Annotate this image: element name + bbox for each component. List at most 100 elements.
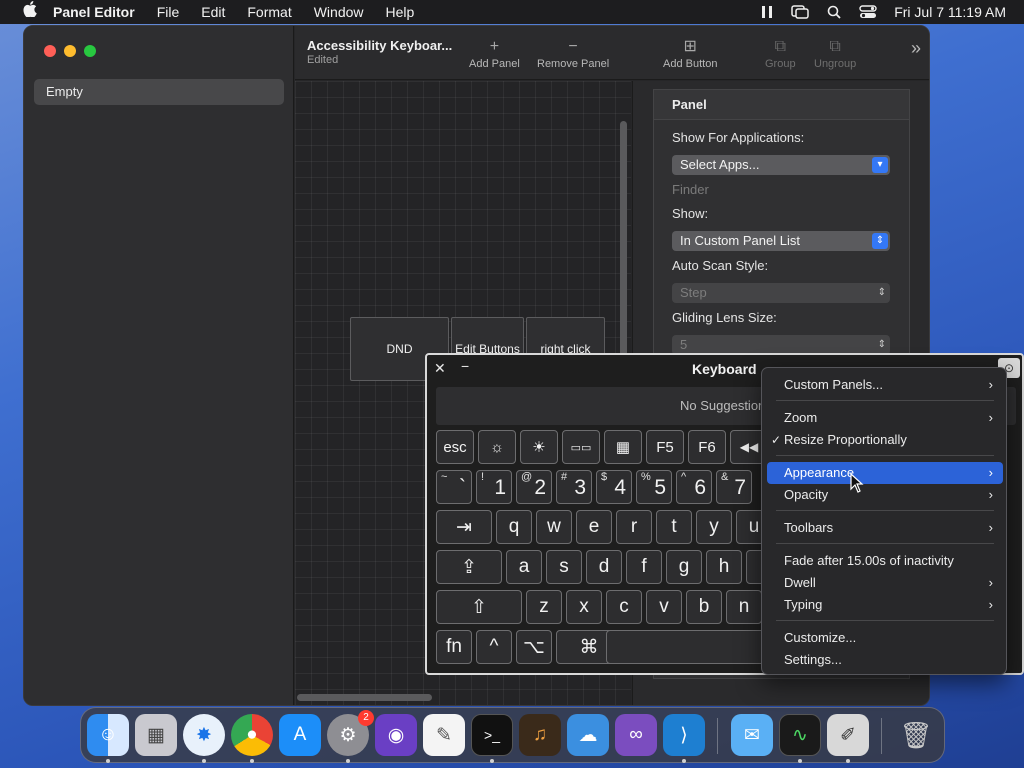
menu-item-customize[interactable]: Customize... <box>767 627 1003 649</box>
app-menu[interactable]: Panel Editor <box>42 0 146 24</box>
key-e[interactable]: e <box>576 510 612 544</box>
garageband-icon[interactable]: ♫ <box>519 714 561 756</box>
key-c[interactable]: c <box>606 590 642 624</box>
shift-key-icon[interactable]: ⇧ <box>436 590 522 624</box>
caps-lock-icon[interactable]: ⇪ <box>436 550 502 584</box>
notchmeister-icon[interactable]: ◉ <box>375 714 417 756</box>
key-5[interactable]: % 5 <box>636 470 672 504</box>
key-t[interactable]: t <box>656 510 692 544</box>
trash-icon[interactable]: 🗑 <box>895 714 937 756</box>
chrome-icon[interactable]: ● <box>231 714 273 756</box>
key-backtick[interactable]: ~ ` <box>436 470 472 504</box>
activity-monitor-icon[interactable]: ∿ <box>779 714 821 756</box>
close-icon[interactable]: ✕ <box>434 360 446 377</box>
mail-icon[interactable]: ✉ <box>731 714 773 756</box>
zoom-window-button[interactable] <box>84 45 96 57</box>
key-b[interactable]: b <box>686 590 722 624</box>
vscode-icon[interactable]: ⟩ <box>663 714 705 756</box>
brightness-down-icon[interactable]: ☼ <box>478 430 516 464</box>
apple-menu-icon[interactable] <box>12 0 38 24</box>
horizontal-scrollbar[interactable] <box>297 694 432 701</box>
window-menu[interactable]: Window <box>303 0 375 24</box>
key-d[interactable]: d <box>586 550 622 584</box>
key-esc[interactable]: esc <box>436 430 474 464</box>
weather-icon[interactable]: ☁ <box>567 714 609 756</box>
search-icon[interactable] <box>818 5 850 19</box>
remove-panel-button[interactable]: − Remove Panel <box>537 36 609 70</box>
select-apps-popup[interactable]: Select Apps... ▾ <box>672 155 890 175</box>
key-fn[interactable]: fn <box>436 630 472 664</box>
chevron-double-right-icon[interactable]: » <box>911 38 921 59</box>
minus-icon: − <box>568 38 578 55</box>
key-h[interactable]: h <box>706 550 742 584</box>
show-popup[interactable]: In Custom Panel List ⇕ <box>672 231 890 251</box>
ungroup-button[interactable]: ⧉ Ungroup <box>814 36 856 70</box>
key-1[interactable]: ! 1 <box>476 470 512 504</box>
edit-menu[interactable]: Edit <box>190 0 236 24</box>
control-center-icon[interactable] <box>850 5 886 19</box>
menu-item-custom-panels[interactable]: Custom Panels... › <box>767 374 1003 396</box>
key-y[interactable]: y <box>696 510 732 544</box>
finder-icon[interactable]: ☺ <box>87 714 129 756</box>
space-bar[interactable] <box>606 630 776 664</box>
vertical-scrollbar[interactable] <box>620 121 627 361</box>
key-v[interactable]: v <box>646 590 682 624</box>
menu-item-settings[interactable]: Settings... <box>767 649 1003 671</box>
visual-studio-icon[interactable]: ∞ <box>615 714 657 756</box>
gliding-lens-popup[interactable]: 5 ⇕ <box>672 335 890 355</box>
key-f5[interactable]: F5 <box>646 430 684 464</box>
menu-item-resize-proportionally[interactable]: ✓ Resize Proportionally <box>767 429 1003 451</box>
safari-icon[interactable]: ✸ <box>183 714 225 756</box>
key-s[interactable]: s <box>546 550 582 584</box>
help-menu[interactable]: Help <box>375 0 426 24</box>
menu-item-fade[interactable]: Fade after 15.00s of inactivity <box>767 550 1003 572</box>
script-editor-icon[interactable]: ✐ <box>827 714 869 756</box>
key-3[interactable]: #3 <box>556 470 592 504</box>
menu-item-appearance[interactable]: Appearance › <box>767 462 1003 484</box>
option-key-icon[interactable]: ⌥ <box>516 630 552 664</box>
key-f[interactable]: f <box>626 550 662 584</box>
windows-icon[interactable] <box>782 5 818 19</box>
brightness-up-icon[interactable]: ☀ <box>520 430 558 464</box>
textedit-icon[interactable]: ✎ <box>423 714 465 756</box>
mission-control-icon[interactable]: ▭▭ <box>562 430 600 464</box>
format-menu[interactable]: Format <box>236 0 302 24</box>
sidebar-item-empty[interactable]: Empty <box>34 79 284 105</box>
key-2[interactable]: @2 <box>516 470 552 504</box>
minimize-icon[interactable]: − <box>461 358 469 374</box>
key-a[interactable]: a <box>506 550 542 584</box>
key-x[interactable]: x <box>566 590 602 624</box>
auto-scan-popup[interactable]: Step ⇕ <box>672 283 890 303</box>
file-menu[interactable]: File <box>146 0 191 24</box>
minimize-window-button[interactable] <box>64 45 76 57</box>
key-r[interactable]: r <box>616 510 652 544</box>
menu-item-opacity[interactable]: Opacity › <box>767 484 1003 506</box>
menu-separator <box>776 620 994 621</box>
key-z[interactable]: z <box>526 590 562 624</box>
key-4[interactable]: $4 <box>596 470 632 504</box>
system-settings-icon[interactable]: ⚙ 2 <box>327 710 374 756</box>
tab-key-icon[interactable]: ⇥ <box>436 510 492 544</box>
add-button-button[interactable]: ⊞ Add Button <box>663 36 717 70</box>
key-g[interactable]: g <box>666 550 702 584</box>
key-7[interactable]: & 7 <box>716 470 752 504</box>
group-button[interactable]: ⧉ Group <box>765 36 796 70</box>
add-panel-button[interactable]: + Add Panel <box>469 36 520 70</box>
key-w[interactable]: w <box>536 510 572 544</box>
key-q[interactable]: q <box>496 510 532 544</box>
menu-item-toolbars[interactable]: Toolbars › <box>767 517 1003 539</box>
menubar-clock[interactable]: Fri Jul 7 11:19 AM <box>886 4 1024 20</box>
launchpad-icon[interactable]: ▦ <box>135 714 177 756</box>
key-f6[interactable]: F6 <box>688 430 726 464</box>
close-window-button[interactable] <box>44 45 56 57</box>
control-key-icon[interactable]: ^ <box>476 630 512 664</box>
key-n[interactable]: n <box>726 590 762 624</box>
key-6[interactable]: ^ 6 <box>676 470 712 504</box>
app-store-icon[interactable]: A <box>279 714 321 756</box>
pause-icon[interactable] <box>752 5 782 19</box>
menu-item-typing[interactable]: Typing › <box>767 594 1003 616</box>
launchpad-icon[interactable]: ▦ <box>604 430 642 464</box>
menu-item-dwell[interactable]: Dwell › <box>767 572 1003 594</box>
menu-item-zoom[interactable]: Zoom › <box>767 407 1003 429</box>
terminal-icon[interactable]: >_ <box>471 714 513 756</box>
